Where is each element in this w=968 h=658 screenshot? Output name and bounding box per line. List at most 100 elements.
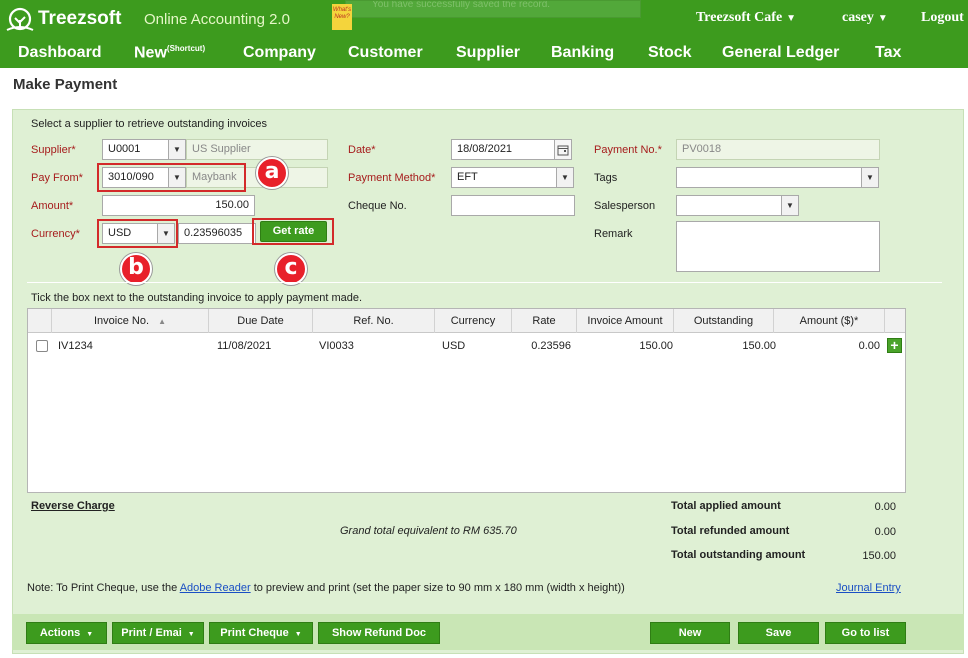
grid-header: Invoice No. ▲ Due Date Ref. No. Currency… [28, 309, 905, 333]
amount-label: Amount* [31, 200, 74, 212]
nav-tax[interactable]: Tax [875, 44, 901, 62]
exchange-rate-field[interactable]: 0.23596035 [178, 223, 256, 244]
nav-banking[interactable]: Banking [551, 44, 614, 62]
supplier-name-field: US Supplier [186, 139, 328, 160]
col-amount[interactable]: Amount ($)* [774, 309, 885, 333]
grid-instruction: Tick the box next to the outstanding inv… [31, 292, 363, 304]
row-currency: USD [442, 340, 466, 352]
highlight-box-a [97, 163, 246, 192]
highlight-box-b [97, 219, 178, 248]
row-outstanding: 150.00 [742, 340, 776, 352]
get-rate-button[interactable]: Get rate [260, 221, 327, 242]
total-applied-value: 0.00 [874, 501, 896, 513]
col-ref-no[interactable]: Ref. No. [313, 309, 435, 333]
amount-field[interactable]: 150.00 [102, 195, 255, 216]
adobe-reader-link[interactable]: Adobe Reader [180, 582, 251, 594]
chevron-down-icon: ▼ [187, 631, 195, 638]
total-refunded-label: Total refunded amount [671, 525, 790, 537]
nav-new[interactable]: New(Shortcut) [134, 44, 205, 62]
company-switcher[interactable]: Treezsoft Cafe ▼ [696, 10, 796, 26]
section-divider [27, 282, 942, 283]
new-button[interactable]: New [650, 622, 730, 644]
remark-label: Remark [594, 228, 633, 240]
whats-new-badge[interactable]: What's New? [332, 4, 352, 30]
top-bar: Treezsoft Online Accounting 2.0 You have… [0, 0, 968, 40]
print-cheque-note: Note: To Print Cheque, use the Adobe Rea… [27, 582, 625, 594]
payment-no-label: Payment No.* [594, 144, 662, 156]
tree-logo-icon[interactable] [3, 6, 37, 37]
row-ref-no: VI0033 [319, 340, 354, 352]
total-refunded-value: 0.00 [874, 526, 896, 538]
payment-method-dropdown-icon[interactable]: ▼ [556, 167, 574, 188]
product-name: Online Accounting 2.0 [144, 11, 290, 28]
plus-icon[interactable]: + [887, 338, 902, 353]
payment-method-field[interactable]: EFT [451, 167, 557, 188]
payment-method-label: Payment Method* [348, 172, 436, 184]
row-rate: 0.23596 [531, 340, 571, 352]
col-rate[interactable]: Rate [512, 309, 577, 333]
row-due-date: 11/08/2021 [217, 340, 272, 352]
logout-link[interactable]: Logout [921, 10, 964, 26]
nav-supplier[interactable]: Supplier [456, 44, 520, 62]
col-currency[interactable]: Currency [435, 309, 512, 333]
date-label: Date* [348, 144, 376, 156]
tags-label: Tags [594, 172, 618, 184]
actions-button[interactable]: Actions ▼ [26, 622, 107, 644]
date-field[interactable]: 18/08/2021 [451, 139, 555, 160]
cheque-no-field[interactable] [451, 195, 575, 216]
go-to-list-button[interactable]: Go to list [825, 622, 906, 644]
supplier-dropdown-icon[interactable]: ▼ [168, 139, 186, 160]
col-outstanding[interactable]: Outstanding [674, 309, 774, 333]
grid-header-select [28, 309, 52, 333]
chevron-down-icon: ▼ [786, 13, 797, 24]
chevron-down-icon: ▼ [877, 13, 888, 24]
payment-no-field: PV0018 [676, 139, 880, 160]
supplier-label: Supplier* [31, 144, 76, 156]
salesperson-dropdown-icon[interactable]: ▼ [781, 195, 799, 216]
nav-company[interactable]: Company [243, 44, 316, 62]
print-email-button[interactable]: Print / Emai ▼ [112, 622, 204, 644]
annotation-badge-c: c [275, 253, 307, 285]
sort-asc-icon: ▲ [158, 317, 166, 326]
page-title: Make Payment [13, 76, 118, 93]
main-nav: Dashboard New(Shortcut) Company Customer… [0, 40, 968, 68]
salesperson-label: Salesperson [594, 200, 656, 212]
calendar-icon[interactable] [554, 139, 572, 160]
grand-total-text: Grand total equivalent to RM 635.70 [340, 525, 517, 537]
brand-name[interactable]: Treezsoft [38, 8, 121, 30]
cheque-no-label: Cheque No. [348, 200, 407, 212]
row-amount[interactable]: 0.00 [774, 336, 880, 356]
row-checkbox[interactable] [36, 340, 48, 352]
salesperson-field[interactable] [676, 195, 782, 216]
nav-stock[interactable]: Stock [648, 44, 692, 62]
remark-textarea[interactable] [676, 221, 880, 272]
currency-label: Currency* [31, 228, 80, 240]
journal-entry-link[interactable]: Journal Entry [836, 582, 901, 594]
annotation-badge-a: a [256, 157, 288, 189]
total-outstanding-label: Total outstanding amount [671, 549, 806, 561]
col-invoice-amount[interactable]: Invoice Amount [577, 309, 674, 333]
col-due-date[interactable]: Due Date [209, 309, 313, 333]
chevron-down-icon: ▼ [86, 631, 94, 638]
supplier-code-field[interactable]: U0001 [102, 139, 169, 160]
invoice-grid: Invoice No. ▲ Due Date Ref. No. Currency… [27, 308, 906, 493]
total-applied-label: Total applied amount [671, 500, 781, 512]
col-invoice-no[interactable]: Invoice No. ▲ [52, 309, 209, 333]
nav-customer[interactable]: Customer [348, 44, 423, 62]
save-button[interactable]: Save [738, 622, 819, 644]
nav-general-ledger[interactable]: General Ledger [722, 44, 839, 62]
reverse-charge-link[interactable]: Reverse Charge [31, 500, 115, 512]
row-invoice-no: IV1234 [58, 340, 93, 352]
print-cheque-button[interactable]: Print Cheque ▼ [209, 622, 313, 644]
user-menu[interactable]: casey ▼ [842, 10, 888, 26]
annotation-badge-b: b [120, 253, 152, 285]
row-invoice-amount: 150.00 [639, 340, 673, 352]
save-toast: You have successfully saved the record. [345, 0, 641, 18]
total-outstanding-value: 150.00 [862, 550, 896, 562]
pay-from-label: Pay From* [31, 172, 83, 184]
show-refund-doc-button[interactable]: Show Refund Doc [318, 622, 440, 644]
tags-field[interactable] [676, 167, 862, 188]
form-intro: Select a supplier to retrieve outstandin… [31, 118, 268, 130]
tags-dropdown-icon[interactable]: ▼ [861, 167, 879, 188]
nav-dashboard[interactable]: Dashboard [18, 44, 102, 62]
